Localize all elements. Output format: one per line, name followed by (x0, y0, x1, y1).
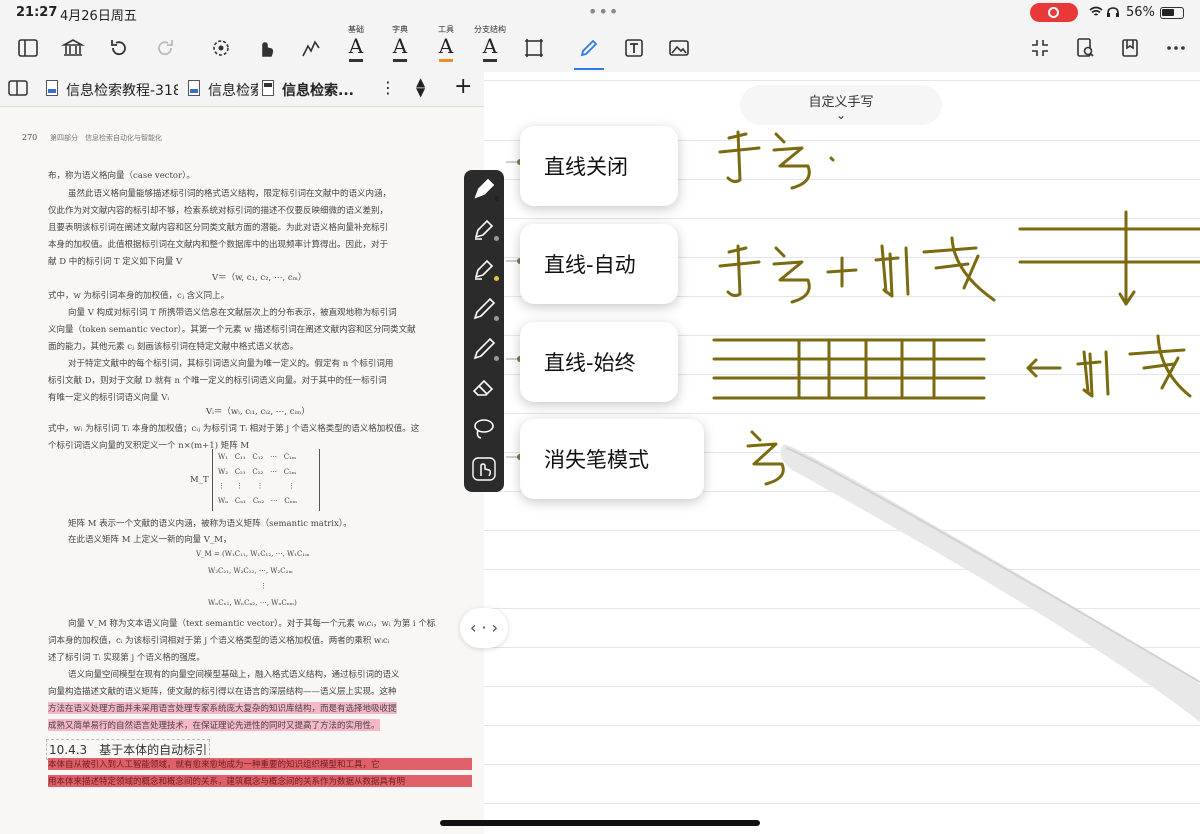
pen-toolbar (464, 170, 504, 492)
tab-document-2[interactable]: 信息检索 (208, 80, 258, 100)
doc-line: 且要表明该标引词在阐述文献内容和区分同类文献方面的潜能。为此对语义格向量补充标引 (48, 223, 389, 233)
main-toolbar: 基础 A 字典 A 工具 A 分支结构 A (0, 25, 1200, 70)
pdf-file-icon (46, 80, 58, 96)
hand-tool-icon[interactable] (248, 30, 284, 66)
pdf-page[interactable]: 270 第四部分 信息检索自动化与智能化 布，称为语义格向量（case vect… (0, 107, 484, 834)
document-tab-bar: 信息检索教程-318p 信息检索 信息检索... ⋮ ▲▼ + (0, 72, 484, 107)
page-number: 270 (22, 133, 38, 142)
equation: WₙCₙ₁, WₙCₙ₂, ⋯, WₙCₙₘ) (208, 599, 297, 607)
pen-color-dot (494, 236, 499, 241)
doc-line: 向量 V_M 称为文本语义向量（text semantic vector）。对于… (68, 619, 436, 629)
doc-line: 虽然此语义格向量能够描述标引词的格式语义结构，限定标引词在文献中的语义内涵， (68, 189, 392, 199)
battery-percent: 56% (1126, 5, 1155, 20)
active-tool-indicator (574, 68, 604, 70)
text-style-dict-icon[interactable]: A (382, 34, 418, 62)
doc-line: 本身的加权值。此值根据标引词在文献内和整个数据库中的出现频率计算得出。因此，对于 (48, 240, 389, 250)
pen-tool-icon[interactable] (571, 30, 607, 66)
more-icon[interactable] (1158, 30, 1194, 66)
doc-line: 式中，w 为标引词本身的加权值，cⱼ 含义同上。 (48, 291, 230, 301)
screen-record-icon[interactable] (1030, 3, 1078, 22)
doc-line: 语义向量空间模型在现有的向量空间模型基础上，融入格式语义结构，通过标引词的语义 (68, 670, 400, 680)
split-view-icon[interactable] (8, 79, 28, 101)
wifi-headphones-icon (1088, 5, 1122, 22)
eraser-icon[interactable] (470, 375, 498, 403)
note-file-icon (262, 80, 274, 96)
tab-sort-icon[interactable]: ▲ ▼ (416, 76, 425, 98)
home-indicator (440, 820, 760, 826)
matrix-row: Wₙ Cₙ₁ Cₙ₂ ⋯ Cₙₘ (218, 497, 298, 505)
running-head: 第四部分 信息检索自动化与智能化 (50, 134, 162, 142)
text-style-branch-icon[interactable]: A (472, 34, 508, 62)
laser-pointer-icon[interactable] (293, 30, 329, 66)
equation: Vᵢ＝（wᵢ, cᵢ₁, cᵢ₂, ⋯, cᵢₘ） (206, 407, 310, 417)
doc-line: 献 D 中的标引词 T 定义如下向量 V (48, 257, 183, 267)
doc-line: 布，称为语义格向量（case vector）。 (48, 171, 195, 181)
equation: W₂C₂₁, W₂C₂₂, ⋯, W₂C₂ₘ (208, 567, 293, 575)
add-tab-icon[interactable]: + (454, 74, 472, 99)
doc-line: 向量 V 构成对标引词 T 所携带语义信息在文献层次上的分布表示，被直观地称为标… (68, 308, 397, 318)
pdf-file-icon (188, 80, 200, 96)
status-time: 21:27 (16, 5, 58, 20)
pen-color-dot (494, 196, 499, 201)
undo-icon[interactable] (101, 30, 137, 66)
matrix-row: W₂ C₂₁ C₂₂ ⋯ C₂ₘ (218, 468, 297, 476)
doc-line: 有唯一定义的标引词语义向量 Vᵢ (48, 393, 170, 403)
search-doc-icon[interactable] (1067, 30, 1103, 66)
lasso-settings-icon[interactable] (203, 30, 239, 66)
text-style-basic-icon[interactable]: A (338, 34, 374, 62)
matrix: W₁ C₁₁ C₁₂ ⋯ C₁ₘ W₂ C₂₁ C₂₂ ⋯ C₂ₘ ⋮ ⋮ ⋮ … (212, 449, 320, 511)
collapse-icon[interactable] (1022, 30, 1058, 66)
matrix-row: W₁ C₁₁ C₁₂ ⋯ C₁ₘ (218, 453, 297, 461)
matrix-label: M_T (190, 475, 209, 485)
battery-icon (1160, 7, 1184, 19)
pen-color-dot (494, 276, 499, 281)
doc-line: 标引文献 D，则对于文献 D 就有 n 个唯一定义的标引词语义向量。对于其中的任… (48, 376, 387, 386)
doc-line: 仅此作为对文献内容的标引却不够，检索系统对标引词的描述不仅要反映细微的语义差别， (48, 206, 389, 216)
lasso-icon[interactable] (470, 415, 498, 443)
status-date: 4月26日周五 (60, 9, 137, 24)
sidebar-toggle-icon[interactable] (10, 30, 46, 66)
doc-line: 矩阵 M 表示一个文献的语义内涵，被称为语义矩阵（semantic matrix… (68, 519, 352, 529)
doc-line: 述了标引词 Tᵢ 实现第 j 个语义格的强度。 (48, 653, 205, 663)
tab-document-3-active[interactable]: 信息检索... (282, 80, 362, 100)
doc-line: 对于特定文献中的每个标引词，其标引词语义向量为唯一定义的。假定有 n 个标引词用 (68, 359, 394, 369)
doc-line-highlighted: 本体自从被引入到人工智能领域，就有愈来愈地成为一种重要的知识组织模型和工具，它 (48, 758, 472, 770)
status-bar: 21:27 4月26日周五 ••• 56% (0, 0, 1200, 26)
note-canvas[interactable]: 自定义手写 ⌄ 直线关闭 直线-自动 直线-始终 消失笔模式 (484, 72, 1200, 834)
bookmark-icon[interactable] (1112, 30, 1148, 66)
pen-color-dot (494, 316, 499, 321)
doc-line: 式中，wᵢ 为标引词 Tᵢ 本身的加权值；cᵢⱼ 为标引词 Tᵢ 相对于第 j … (48, 424, 420, 434)
doc-line-highlighted: 方法在语义处理方面并未采用语言处理专家系统庞大复杂的知识库结构，而是有选择地吸收… (48, 702, 397, 714)
split-resize-handle[interactable]: ‹ · › (460, 608, 508, 648)
handwriting-ink (712, 130, 1200, 722)
matrix-row: ⋮ ⋮ ⋮ ⋮ (218, 482, 295, 490)
doc-line: 义向量（token semantic vector）。其第一个元素 w 描述标引… (48, 325, 416, 335)
doc-line-highlighted: 向量构造描述文献的语义矩阵，使文献的标引得以在语言的深层结构——语义层上实现。这… (48, 687, 397, 697)
equation: V_M = (W₁C₁₁, W₁C₁₂, ⋯, W₁C₁ₘ (196, 550, 310, 558)
crop-icon[interactable] (516, 30, 552, 66)
doc-line: 在此语义矩阵 M 上定义一新的向量 V_M， (68, 535, 232, 545)
tab-document-1[interactable]: 信息检索教程-318p (66, 80, 178, 100)
equation: V＝（w, c₁, c₂, ⋯, cₘ） (212, 273, 307, 283)
doc-line: 面的能力，其他元素 cⱼ 刻画该标引词在特定文献中格式语义状态。 (48, 342, 299, 352)
textbox-icon[interactable] (616, 30, 652, 66)
multitask-dots-icon[interactable]: ••• (588, 2, 619, 21)
image-icon[interactable] (661, 30, 697, 66)
touch-pointer-icon[interactable] (470, 455, 498, 483)
doc-line: 词本身的加权值，cᵢ 为该标引词相对于第 j 个语义格类型的语义格加权值。两者的… (48, 636, 390, 646)
tab-more-icon[interactable]: ⋮ (380, 78, 396, 97)
library-icon[interactable] (55, 30, 91, 66)
doc-line-highlighted: 用本体来描述特定领域的概念和概念间的关系，建筑概念与概念间的关系作为数据从数据具… (48, 775, 472, 787)
pen-color-dot (494, 356, 499, 361)
text-style-tools-icon[interactable]: A (428, 34, 464, 62)
section-heading: 10.4.3 基于本体的自动标引 (46, 739, 211, 760)
equation: ⋮ (260, 582, 267, 590)
doc-line-highlighted: 成熟又简单易行的自然语言处理技术，在保证理论先进性的同时又提高了方法的实用性。 (48, 719, 380, 731)
redo-icon[interactable] (147, 30, 183, 66)
